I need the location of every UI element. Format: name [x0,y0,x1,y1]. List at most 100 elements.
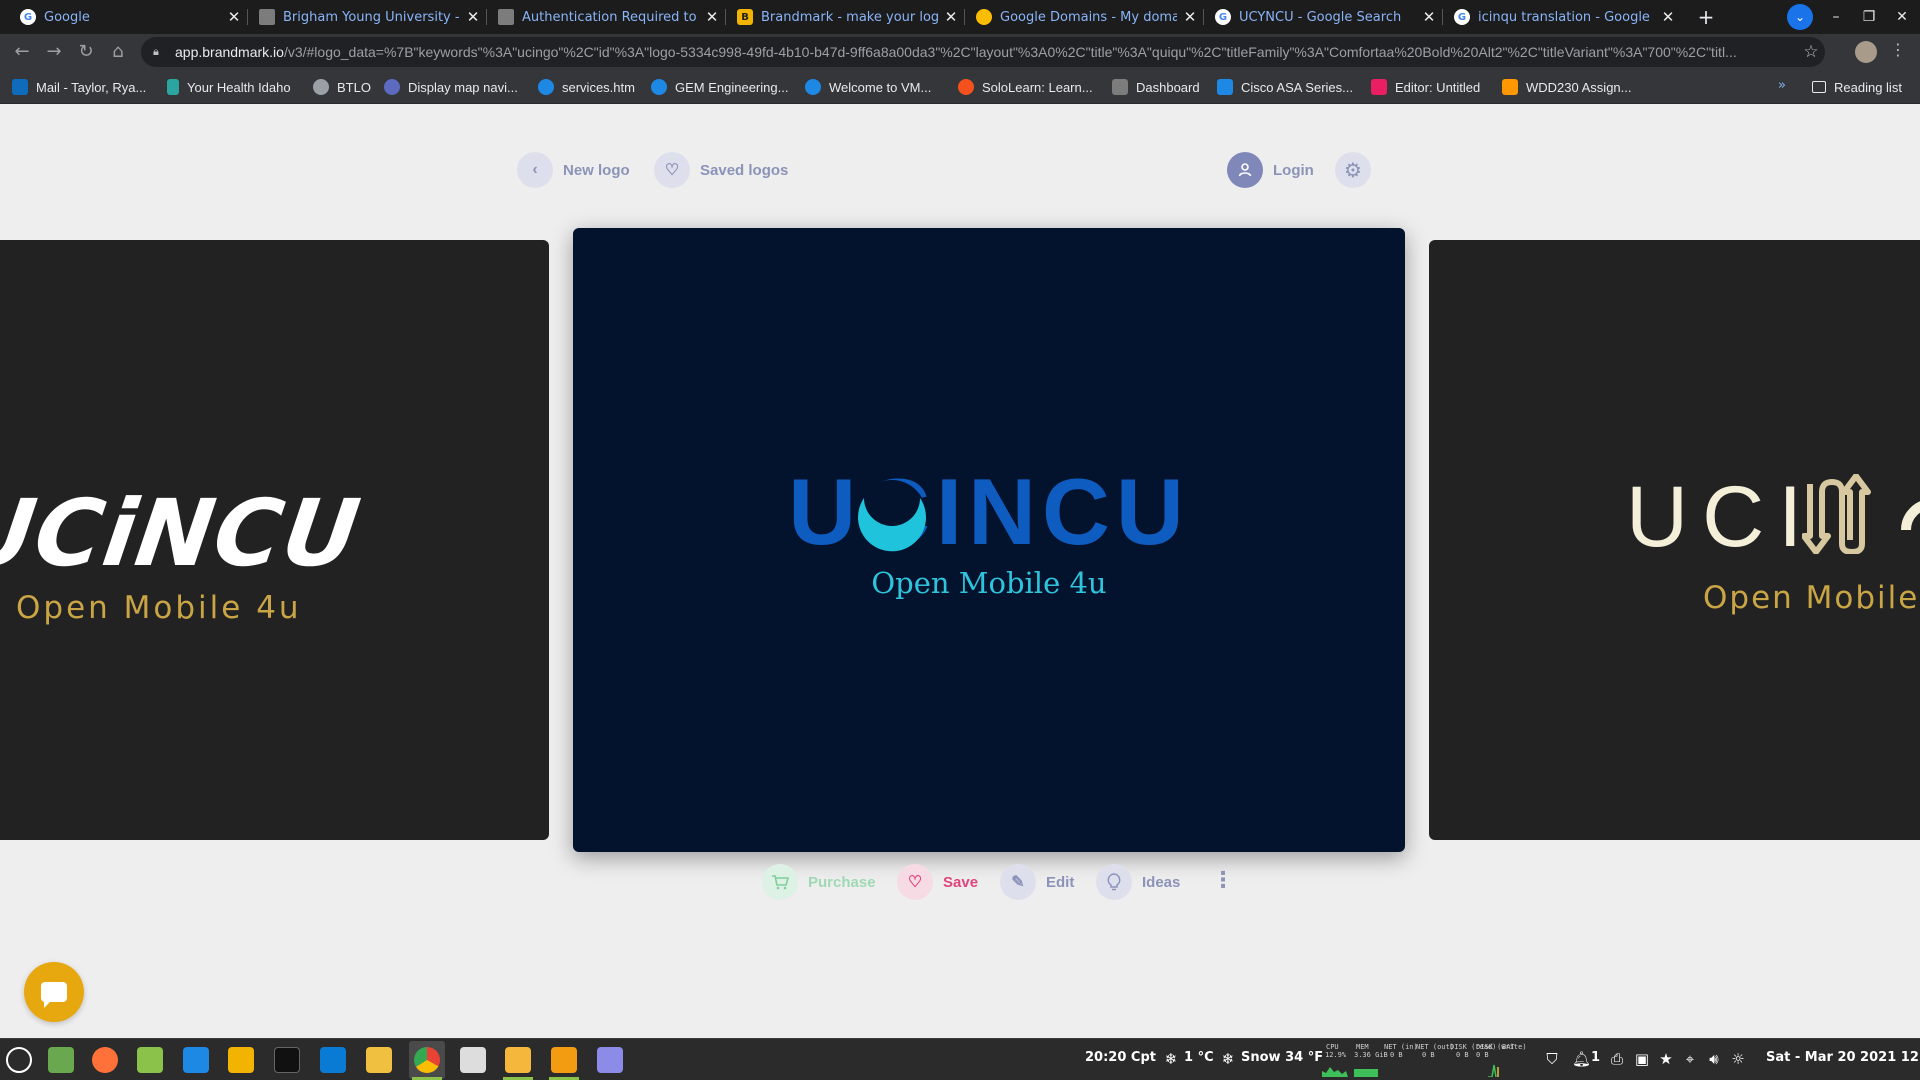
notification-bell-icon[interactable]: 🔔︎ [1572,1050,1591,1068]
chrome-icon[interactable] [414,1047,440,1073]
bookmark-item[interactable]: BTLO [313,70,371,104]
bookmark-item[interactable]: Your Health Idaho [167,70,291,104]
map-icon [384,79,400,95]
cpu-value: 12.9% [1325,1051,1347,1059]
close-tab-icon[interactable]: ✕ [221,8,247,26]
wdd-icon [1502,79,1518,95]
datetime[interactable]: Sat - Mar 20 2021 12:20 [1766,1050,1920,1065]
lock-icon[interactable]: 🔒︎ [153,45,165,59]
temperature[interactable]: 1 °C [1184,1050,1214,1065]
tab-byu[interactable]: Brigham Young University - Idaho ✕ [247,0,486,34]
bookmark-label: Editor: Untitled [1395,79,1481,95]
logo-card-next[interactable]: UCI Open Mobile 4u [1429,240,1920,840]
address-bar[interactable]: 🔒︎ app.brandmark.io/v3/#logo_data=%7B"ke… [141,37,1825,67]
restore-icon[interactable]: ❐ [1858,6,1880,28]
chrome-menu-icon[interactable]: ⋮ [1888,40,1908,59]
firefox-icon[interactable] [92,1047,118,1073]
mint-menu-icon[interactable] [6,1047,32,1073]
printer-icon[interactable]: ⎙ [1608,1050,1626,1068]
back-icon[interactable]: ← [10,40,34,64]
writer-icon[interactable] [183,1047,209,1073]
desktop-icon[interactable] [48,1047,74,1073]
minimize-icon[interactable]: – [1825,6,1847,28]
bookmark-label: SoloLearn: Learn... [982,79,1093,95]
bookmark-label: Cisco ASA Series... [1241,79,1353,95]
terminal-icon[interactable] [274,1047,300,1073]
close-window-icon[interactable]: ✕ [1891,6,1913,28]
bookmark-item[interactable]: Display map navi... [384,70,518,104]
tab-authentication[interactable]: Authentication Required to Use ✕ [486,0,725,34]
system-monitor[interactable]: CPU 12.9% MEM 3.36 GiB NET (in) 0 B NET … [1322,1043,1527,1077]
reload-icon[interactable]: ↻ [74,40,98,64]
calc-icon[interactable] [228,1047,254,1073]
sublime-icon[interactable] [551,1047,577,1073]
login-label: Login [1273,161,1314,179]
net-out-label: NET (out) [1416,1043,1454,1051]
tab-title: Brandmark - make your logo in [761,9,938,25]
home-icon[interactable]: ⌂ [106,40,130,64]
brightness-icon[interactable]: ☼ [1729,1050,1747,1068]
bookmark-item[interactable]: SoloLearn: Learn... [958,70,1093,104]
logo-card-current[interactable]: UCINCU Open Mobile 4u [573,228,1405,852]
browser-toolbar: ← → ↻ ⌂ 🔒︎ app.brandmark.io/v3/#logo_dat… [0,34,1920,70]
new-tab-button[interactable]: + [1693,4,1719,30]
reading-list-button[interactable]: Reading list [1812,70,1902,104]
system-taskbar: 20:20 Cpt ❄ 1 °C ❄ Snow 34 °F CPU 12.9% … [0,1038,1920,1080]
bookmark-star-icon[interactable]: ☆ [1797,42,1825,62]
settings-gear-icon[interactable]: ⚙ [1335,152,1371,188]
bookmark-item[interactable]: Editor: Untitled [1371,70,1480,104]
purchase-button[interactable]: Purchase [762,864,876,900]
bookmark-item[interactable]: Mail - Taylor, Rya... [12,70,146,104]
bookmark-item[interactable]: WDD230 Assign... [1502,70,1632,104]
new-logo-button[interactable]: ‹ New logo [517,152,630,188]
edit-button[interactable]: ✎ Edit [1000,864,1074,900]
chat-button[interactable] [24,962,84,1022]
mail-icon[interactable] [366,1047,392,1073]
tab-icinqu-search[interactable]: G icinqu translation - Google Search ✕ [1442,0,1681,34]
tab-ucyncu-search[interactable]: G UCYNCU - Google Search ✕ [1203,0,1442,34]
close-tab-icon[interactable]: ✕ [938,8,964,26]
bookmark-item[interactable]: services.htm [538,70,635,104]
volume-icon[interactable]: 🔊︎ [1705,1050,1723,1068]
files-icon[interactable] [505,1047,531,1073]
profile-avatar[interactable] [1855,41,1877,63]
bookmark-item[interactable]: Welcome to VM... [805,70,931,104]
tab-google-domains[interactable]: Google Domains - My domains ✕ [964,0,1203,34]
star-icon[interactable]: ★ [1657,1050,1675,1068]
ideas-button[interactable]: Ideas [1096,864,1180,900]
bookmark-item[interactable]: GEM Engineering... [651,70,788,104]
brandmark-icon: B [737,9,753,25]
notes-icon[interactable] [597,1047,623,1073]
clock-label[interactable]: 20:20 Cpt [1085,1050,1156,1065]
tab-brandmark[interactable]: B Brandmark - make your logo in ✕ [725,0,964,34]
settings-icon[interactable] [460,1047,486,1073]
login-button[interactable]: Login [1227,152,1314,188]
close-tab-icon[interactable]: ✕ [1655,8,1681,26]
byu-icon [1112,79,1128,95]
bookmark-item[interactable]: Dashboard [1112,70,1200,104]
close-tab-icon[interactable]: ✕ [1177,8,1203,26]
shield-icon[interactable]: ⛉ [1543,1050,1561,1068]
logo-card-previous[interactable]: UCiNCU Open Mobile 4u [0,240,549,840]
window-icon[interactable]: ▣ [1633,1050,1651,1068]
files-icon[interactable] [137,1047,163,1073]
close-tab-icon[interactable]: ✕ [1416,8,1442,26]
tab-google[interactable]: G Google ✕ [8,0,247,34]
close-tab-icon[interactable]: ✕ [699,8,725,26]
url-text[interactable]: app.brandmark.io/v3/#logo_data=%7B"keywo… [175,44,1797,60]
save-button[interactable]: ♡ Save [897,864,978,900]
url-host: app.brandmark.io [175,44,284,60]
vscode-icon[interactable] [320,1047,346,1073]
saved-logos-button[interactable]: ♡ Saved logos [654,152,788,188]
bookmark-item[interactable]: Cisco ASA Series... [1217,70,1353,104]
close-tab-icon[interactable]: ✕ [460,8,486,26]
network-icon[interactable]: ⌖ [1681,1050,1699,1068]
ideas-label: Ideas [1142,873,1181,891]
more-options-icon[interactable]: ⋮ [1212,868,1234,893]
tab-title: Google Domains - My domains [1000,9,1177,25]
weather[interactable]: Snow 34 °F [1241,1050,1323,1065]
more-bookmarks-icon[interactable]: » [1778,78,1786,93]
forward-icon[interactable]: → [42,40,66,64]
tab-search-icon[interactable]: ⌄ [1787,4,1813,30]
bookmark-label: services.htm [562,79,635,95]
